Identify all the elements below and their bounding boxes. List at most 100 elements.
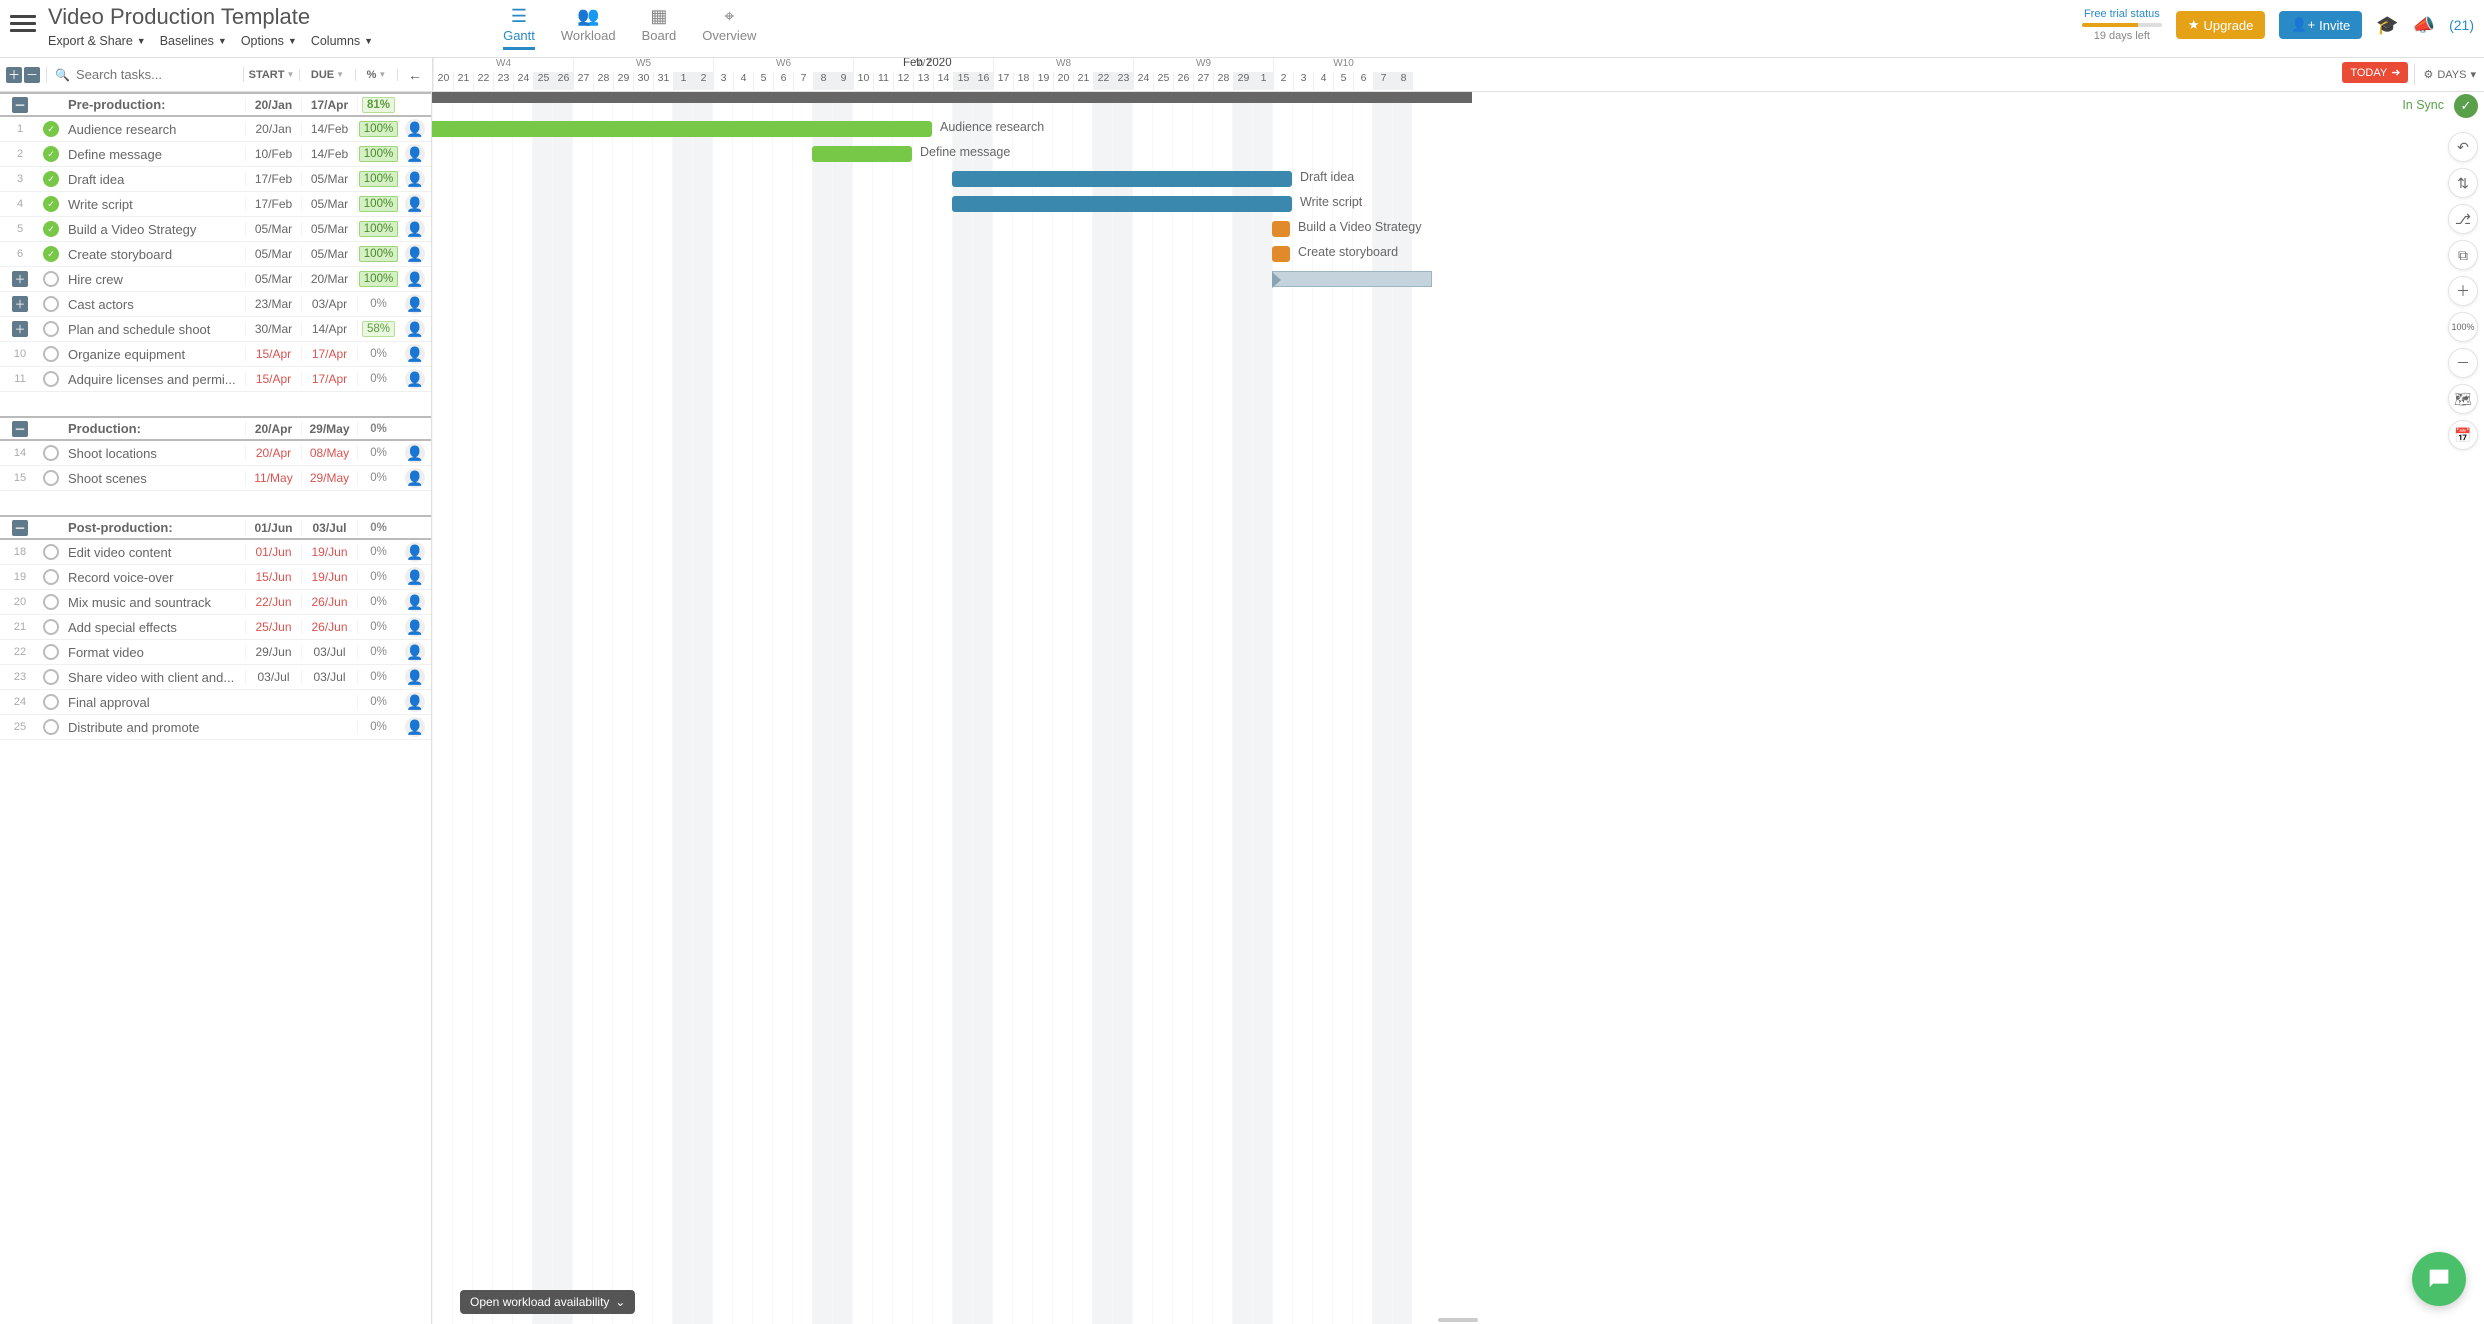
task-row[interactable]: 2✓Define message10/Feb14/Feb100%👤 bbox=[0, 142, 431, 167]
task-row[interactable]: 19Record voice-over15/Jun19/Jun0%👤 bbox=[0, 565, 431, 590]
assignee-icon[interactable]: 👤 bbox=[405, 344, 425, 364]
check-icon[interactable] bbox=[43, 321, 59, 337]
assignee-icon[interactable]: 👤 bbox=[405, 169, 425, 189]
assignee-icon[interactable]: 👤 bbox=[405, 617, 425, 637]
check-icon[interactable] bbox=[43, 644, 59, 660]
menu-export-share[interactable]: Export & Share ▼ bbox=[48, 34, 146, 48]
calendar-button[interactable]: 📅 bbox=[2448, 420, 2478, 450]
megaphone-icon[interactable]: 📣 bbox=[2413, 15, 2435, 36]
task-row[interactable]: ＋Cast actors23/Mar03/Apr0%👤 bbox=[0, 292, 431, 317]
group-row[interactable]: －Post-production:01/Jun03/Jul0% bbox=[0, 515, 431, 540]
expand-all-button[interactable]: ＋ bbox=[6, 67, 22, 83]
task-row[interactable]: 25Distribute and promote0%👤 bbox=[0, 715, 431, 740]
zoom-out-button[interactable]: － bbox=[2448, 348, 2478, 378]
expand-icon[interactable]: ＋ bbox=[12, 296, 28, 312]
gantt-bar[interactable]: Build a Video Strategy bbox=[1272, 221, 1290, 237]
task-row[interactable]: 14Shoot locations20/Apr08/May0%👤 bbox=[0, 441, 431, 466]
sort-button[interactable]: ⇅ bbox=[2448, 168, 2478, 198]
collapse-all-button[interactable]: － bbox=[24, 67, 40, 83]
task-row[interactable]: 24Final approval0%👤 bbox=[0, 690, 431, 715]
nav-overview[interactable]: ⌖Overview bbox=[702, 6, 756, 50]
check-icon[interactable] bbox=[43, 296, 59, 312]
check-icon[interactable] bbox=[43, 619, 59, 635]
assignee-icon[interactable]: 👤 bbox=[405, 369, 425, 389]
menu-options[interactable]: Options ▼ bbox=[241, 34, 297, 48]
group-row[interactable]: －Production:20/Apr29/May0% bbox=[0, 416, 431, 441]
task-row[interactable]: 11Adquire licenses and permi...15/Apr17/… bbox=[0, 367, 431, 392]
workload-availability-button[interactable]: Open workload availability ⌄ bbox=[460, 1290, 635, 1314]
assignee-icon[interactable]: 👤 bbox=[405, 692, 425, 712]
assignee-icon[interactable]: 👤 bbox=[405, 194, 425, 214]
check-icon[interactable]: ✓ bbox=[43, 121, 59, 137]
assignee-icon[interactable]: 👤 bbox=[405, 294, 425, 314]
upgrade-button[interactable]: ★ Upgrade bbox=[2176, 11, 2266, 39]
assignee-icon[interactable]: 👤 bbox=[405, 144, 425, 164]
check-icon[interactable] bbox=[43, 371, 59, 387]
gantt-bar[interactable]: Create storyboard bbox=[1272, 246, 1290, 262]
assignee-icon[interactable]: 👤 bbox=[405, 468, 425, 488]
task-row[interactable]: ＋Hire crew05/Mar20/Mar100%👤 bbox=[0, 267, 431, 292]
assignee-icon[interactable]: 👤 bbox=[405, 244, 425, 264]
task-row[interactable]: 5✓Build a Video Strategy05/Mar05/Mar100%… bbox=[0, 217, 431, 242]
invite-button[interactable]: 👤+ Invite bbox=[2279, 11, 2362, 39]
task-row[interactable]: 6✓Create storyboard05/Mar05/Mar100%👤 bbox=[0, 242, 431, 267]
drag-handle[interactable] bbox=[1438, 1318, 1478, 1322]
gantt-bar[interactable]: Define message bbox=[812, 146, 912, 162]
scale-button[interactable]: ⚙ DAYS ▾ bbox=[2414, 64, 2484, 85]
gantt-bar[interactable]: Write script bbox=[952, 196, 1292, 212]
task-row[interactable]: 22Format video29/Jun03/Jul0%👤 bbox=[0, 640, 431, 665]
chat-button[interactable] bbox=[2412, 1252, 2466, 1306]
task-row[interactable]: ＋Plan and schedule shoot30/Mar14/Apr58%👤 bbox=[0, 317, 431, 342]
task-row[interactable]: 1✓Audience research20/Jan14/Feb100%👤 bbox=[0, 117, 431, 142]
today-button[interactable]: TODAY ➜ bbox=[2342, 62, 2408, 83]
check-icon[interactable] bbox=[43, 594, 59, 610]
check-icon[interactable] bbox=[43, 271, 59, 287]
zoom-in-button[interactable]: ＋ bbox=[2448, 276, 2478, 306]
assignee-icon[interactable]: 👤 bbox=[405, 319, 425, 339]
assignee-icon[interactable]: 👤 bbox=[405, 717, 425, 737]
branch-button[interactable]: ⎇ bbox=[2448, 204, 2478, 234]
check-icon[interactable] bbox=[43, 719, 59, 735]
check-icon[interactable] bbox=[43, 694, 59, 710]
assignee-icon[interactable]: 👤 bbox=[405, 592, 425, 612]
task-row[interactable]: 20Mix music and sountrack22/Jun26/Jun0%👤 bbox=[0, 590, 431, 615]
assignee-icon[interactable]: 👤 bbox=[405, 269, 425, 289]
undo-button[interactable]: ↶ bbox=[2448, 132, 2478, 162]
assignee-icon[interactable]: 👤 bbox=[405, 567, 425, 587]
map-button[interactable]: 🗺 bbox=[2448, 384, 2478, 414]
group-row[interactable]: －Pre-production:20/Jan17/Apr81% bbox=[0, 92, 431, 117]
check-icon[interactable]: ✓ bbox=[43, 246, 59, 262]
collapse-icon[interactable]: － bbox=[12, 97, 28, 113]
task-row[interactable]: 10Organize equipment15/Apr17/Apr0%👤 bbox=[0, 342, 431, 367]
zoom-reset-button[interactable]: 100% bbox=[2448, 312, 2478, 342]
task-row[interactable]: 4✓Write script17/Feb05/Mar100%👤 bbox=[0, 192, 431, 217]
task-row[interactable]: 18Edit video content01/Jun19/Jun0%👤 bbox=[0, 540, 431, 565]
notification-count[interactable]: (21) bbox=[2449, 17, 2474, 33]
expand-icon[interactable]: ＋ bbox=[12, 321, 28, 337]
menu-hamburger[interactable] bbox=[10, 10, 36, 36]
menu-baselines[interactable]: Baselines ▼ bbox=[160, 34, 227, 48]
nav-workload[interactable]: 👥Workload bbox=[561, 6, 616, 50]
copy-button[interactable]: ⧉ bbox=[2448, 240, 2478, 270]
collapse-icon[interactable]: － bbox=[12, 520, 28, 536]
gantt-bar[interactable]: Draft idea bbox=[952, 171, 1292, 187]
expand-icon[interactable]: ＋ bbox=[12, 271, 28, 287]
check-icon[interactable]: ✓ bbox=[43, 171, 59, 187]
check-icon[interactable] bbox=[43, 544, 59, 560]
assignee-icon[interactable]: 👤 bbox=[405, 642, 425, 662]
gantt-bar[interactable]: Audience research bbox=[432, 121, 932, 137]
nav-board[interactable]: ▦Board bbox=[642, 6, 677, 50]
assignee-icon[interactable]: 👤 bbox=[405, 542, 425, 562]
back-arrow-button[interactable]: ← bbox=[398, 67, 432, 83]
check-icon[interactable] bbox=[43, 669, 59, 685]
check-icon[interactable] bbox=[43, 470, 59, 486]
check-icon[interactable]: ✓ bbox=[43, 221, 59, 237]
check-icon[interactable] bbox=[43, 569, 59, 585]
search-input[interactable] bbox=[76, 67, 235, 82]
assignee-icon[interactable]: 👤 bbox=[405, 119, 425, 139]
menu-columns[interactable]: Columns ▼ bbox=[311, 34, 373, 48]
assignee-icon[interactable]: 👤 bbox=[405, 667, 425, 687]
assignee-icon[interactable]: 👤 bbox=[405, 219, 425, 239]
column-start[interactable]: START▼ bbox=[244, 69, 300, 81]
task-row[interactable]: 3✓Draft idea17/Feb05/Mar100%👤 bbox=[0, 167, 431, 192]
